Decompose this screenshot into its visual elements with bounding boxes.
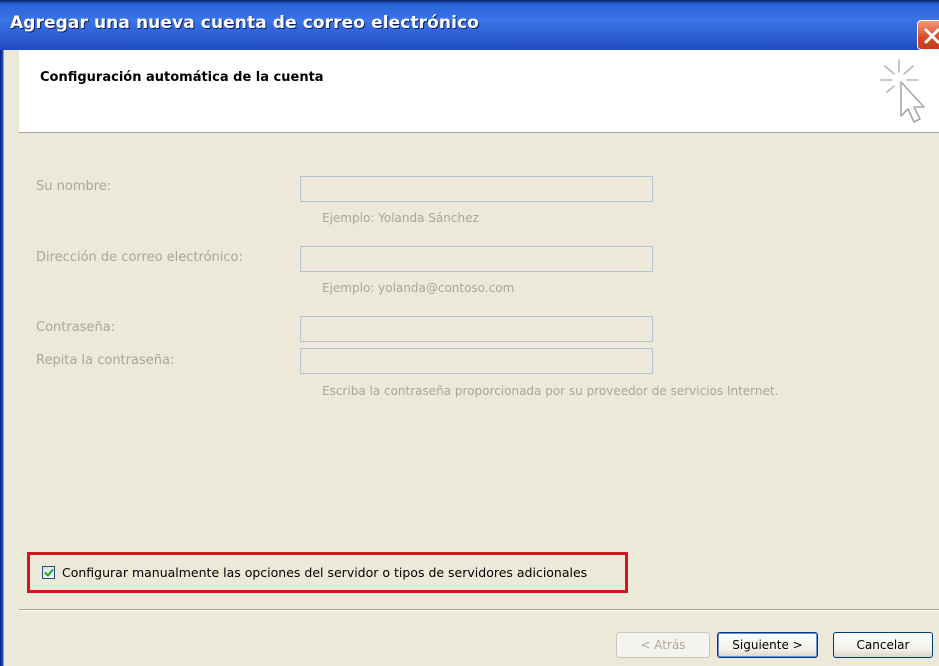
manual-config-label[interactable]: Configurar manualmente las opciones del … [62,565,587,580]
cancel-button[interactable]: Cancelar [833,632,933,658]
name-hint: Ejemplo: Yolanda Sánchez [322,211,479,225]
name-input[interactable] [300,176,653,202]
footer-divider [19,609,939,611]
email-hint: Ejemplo: yolanda@contoso.com [322,281,515,295]
window-left-border [0,50,19,666]
email-label: Dirección de correo electrónico: [36,250,243,265]
close-button[interactable] [917,20,939,50]
password-input[interactable] [300,316,653,342]
title-bar[interactable]: Agregar una nueva cuenta de correo elect… [0,0,939,50]
add-email-account-dialog: Agregar una nueva cuenta de correo elect… [0,0,939,666]
manual-config-highlight: Configurar manualmente las opciones del … [27,552,628,593]
back-button[interactable]: < Atrás [616,632,710,658]
close-icon [924,28,939,44]
email-input[interactable] [300,246,653,272]
checkmark-icon [44,569,54,577]
window-title: Agregar una nueva cuenta de correo elect… [10,13,480,33]
password-hint: Escriba la contraseña proporcionada por … [322,384,779,398]
password-label: Contraseña: [36,320,116,335]
next-button[interactable]: Siguiente > [717,632,818,658]
password-repeat-label: Repita la contraseña: [36,353,175,368]
header-panel: Configuración automática de la cuenta [19,50,939,133]
page-title: Configuración automática de la cuenta [40,70,324,85]
cursor-click-icon [880,59,925,123]
password-repeat-input[interactable] [300,348,653,374]
name-label: Su nombre: [36,179,112,194]
manual-config-checkbox[interactable] [42,566,55,579]
